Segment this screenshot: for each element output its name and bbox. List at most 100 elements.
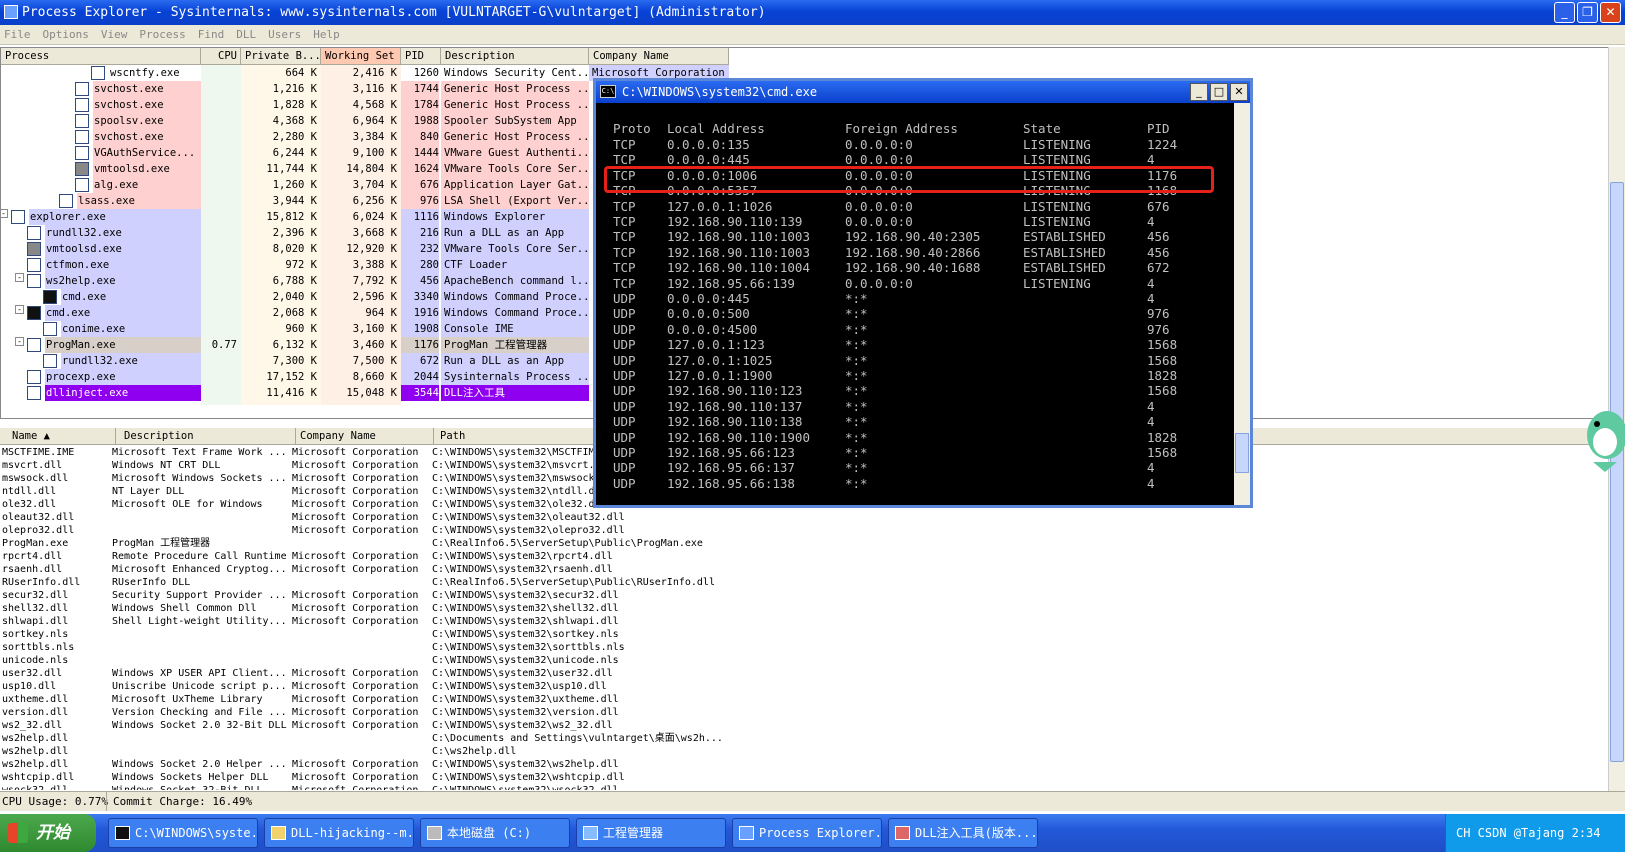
dll-row[interactable]: sortkey.nls C:\WINDOWS\system32\sortkey.n… [0, 628, 1600, 641]
task-progman[interactable]: 工程管理器 [576, 818, 726, 848]
dll-col-name[interactable]: Name ▲ [0, 428, 116, 445]
process-name: explorer.exe [30, 211, 106, 223]
menu-options[interactable]: Options [43, 28, 89, 41]
cmd-close-button[interactable]: ✕ [1230, 83, 1248, 101]
cmd-cell: State [1023, 121, 1061, 136]
dll-row[interactable]: rpcrt4.dll Remote Procedure Call Runtime M… [0, 550, 1600, 563]
menu-help[interactable]: Help [313, 28, 340, 41]
col-company[interactable]: Company Name [589, 48, 729, 65]
process-row[interactable]: rundll32.exe 2,396 K 3,668 K 216 Run a DLL a… [1, 225, 591, 241]
task-local-disk[interactable]: 本地磁盘 (C:) [420, 818, 570, 848]
process-row[interactable]: - explorer.exe 15,812 K 6,024 K 1116 Windows … [1, 209, 591, 225]
dino-sticker-icon [1587, 411, 1625, 472]
cmd-maximize-button[interactable]: □ [1210, 83, 1228, 101]
task-dll-inject[interactable]: DLL注入工具(版本... [888, 818, 1038, 848]
col-cpu[interactable]: CPU [201, 48, 241, 65]
process-row[interactable]: vmtoolsd.exe 11,744 K 14,804 K 1624 VMware T… [1, 161, 591, 177]
process-pid: 456 [401, 273, 439, 289]
menu-dll[interactable]: DLL [236, 28, 256, 41]
process-row[interactable]: rundll32.exe 7,300 K 7,500 K 672 Run a DLL a… [1, 353, 591, 369]
cmd-cell: *:* [845, 460, 868, 476]
process-row[interactable]: cmd.exe 2,040 K 2,596 K 3340 Windows Command… [1, 289, 591, 305]
dll-row[interactable]: shell32.dll Windows Shell Common Dll Micro… [0, 602, 1600, 615]
process-row[interactable]: procexp.exe 17,152 K 8,660 K 2044 Sysinterna… [1, 369, 591, 385]
process-row[interactable]: - ws2help.exe 6,788 K 7,792 K 456 ApacheBench… [1, 273, 591, 289]
menu-process[interactable]: Process [139, 28, 185, 41]
process-description: Spooler SubSystem App [441, 113, 589, 129]
maximize-button[interactable]: ❐ [1577, 2, 1598, 23]
process-row[interactable]: dllinject.exe 11,416 K 15,048 K 3544 DLL注入工具 [1, 385, 591, 401]
task-cmd[interactable]: C:\WINDOWS\syste... [108, 818, 258, 848]
cmd-titlebar[interactable]: C:\ C:\WINDOWS\system32\cmd.exe _ □ ✕ [596, 81, 1250, 103]
dll-row[interactable]: ProgMan.exe ProgMan 工程管理器 C:\RealInfo6.5\S… [0, 537, 1600, 550]
dll-col-description[interactable]: Description [116, 428, 296, 445]
dll-row[interactable]: ws2help.dll Windows Socket 2.0 Helper ...… [0, 758, 1600, 771]
dll-row[interactable]: usp10.dll Uniscribe Unicode script p... Mi… [0, 680, 1600, 693]
dll-row[interactable]: ws2help.dll C:\Documents and Settings\vul… [0, 732, 1600, 745]
col-pid[interactable]: PID [401, 48, 441, 65]
cmd-cell: UDP [613, 429, 636, 445]
cmd-console-output[interactable]: Proto Local Address Foreign Address State PI… [596, 103, 1234, 505]
dll-row[interactable]: wsock32.dllWindows Socket 32-Bit DLLMicr… [0, 784, 1600, 790]
start-button[interactable]: 开始 [0, 814, 96, 852]
menu-file[interactable]: File [4, 28, 31, 41]
process-row[interactable]: vmtoolsd.exe 8,020 K 12,920 K 232 VMware Too… [1, 241, 591, 257]
process-row[interactable]: conime.exe 960 K 3,160 K 1908 Console IME [1, 321, 591, 337]
dll-description: NT Layer DLL [112, 486, 185, 497]
process-row[interactable]: svchost.exe 1,828 K 4,568 K 1784 Generic Hos… [1, 97, 591, 113]
dll-row[interactable]: oleaut32.dll Microsoft Corporation C:\WIND… [0, 511, 1600, 524]
process-row[interactable]: svchost.exe 1,216 K 3,116 K 1744 Generic Hos… [1, 81, 591, 97]
dll-path: C:\WINDOWS\system32\rsaenh.dll [432, 564, 613, 575]
dll-row[interactable]: sorttbls.nls C:\WINDOWS\system32\sorttbls… [0, 641, 1600, 654]
task-folder[interactable]: DLL-hijacking--m... [264, 818, 414, 848]
tree-toggle-icon[interactable]: - [1, 209, 8, 218]
process-row[interactable]: - ProgMan.exe 0.77 6,132 K 3,460 K 1176 ProgMa… [1, 337, 591, 353]
col-process[interactable]: Process [1, 48, 201, 65]
tree-toggle-icon[interactable]: - [15, 305, 24, 314]
dll-row[interactable]: unicode.nls C:\WINDOWS\system32\unicode.n… [0, 654, 1600, 667]
menu-view[interactable]: View [101, 28, 128, 41]
process-row[interactable]: ctfmon.exe 972 K 3,388 K 280 CTF Loader [1, 257, 591, 273]
process-row[interactable]: VGAuthService... 6,244 K 9,100 K 1444 VMware… [1, 145, 591, 161]
dll-row[interactable]: rsaenh.dll Microsoft Enhanced Cryptog... M… [0, 563, 1600, 576]
cmd-window[interactable]: C:\ C:\WINDOWS\system32\cmd.exe _ □ ✕ Pr… [593, 78, 1253, 508]
process-private-bytes: 8,020 K [272, 243, 317, 255]
process-row[interactable]: spoolsv.exe 4,368 K 6,964 K 1988 Spooler Sub… [1, 113, 591, 129]
dll-row[interactable]: user32.dll Windows XP USER API Client... M… [0, 667, 1600, 680]
dll-name: secur32.dll [2, 590, 69, 601]
task-process-explorer[interactable]: Process Explorer... [732, 818, 882, 848]
dll-company: Microsoft Corporation [292, 616, 419, 627]
col-working-set[interactable]: Working Set [321, 48, 401, 65]
window-titlebar[interactable]: Process Explorer - Sysinternals: www.sys… [0, 0, 1625, 25]
minimize-button[interactable]: _ [1554, 2, 1575, 23]
dll-description: Windows NT CRT DLL [112, 460, 221, 471]
system-tray[interactable]: CH CSDN @Tajang 2:34 [1445, 814, 1625, 852]
dll-row[interactable]: ws2_32.dll Windows Socket 2.0 32-Bit DLL M… [0, 719, 1600, 732]
cmd-minimize-button[interactable]: _ [1190, 83, 1208, 101]
dll-row[interactable]: RUserInfo.dll RUserInfo DLL C:\RealInfo6.5… [0, 576, 1600, 589]
dll-row[interactable]: uxtheme.dll Microsoft UxTheme Library Micr… [0, 693, 1600, 706]
cmd-cell: *:* [845, 475, 868, 491]
dll-company: Microsoft Corporation [292, 720, 419, 731]
process-row[interactable]: alg.exe 1,260 K 3,704 K 676 Application Laye… [1, 177, 591, 193]
col-private-bytes[interactable]: Private B... [241, 48, 321, 65]
dll-row[interactable]: version.dll Version Checking and File ...… [0, 706, 1600, 719]
tree-toggle-icon[interactable]: - [15, 337, 24, 346]
dll-row[interactable]: olepro32.dll Microsoft Corporation C:\WIND… [0, 524, 1600, 537]
menu-users[interactable]: Users [268, 28, 301, 41]
dll-row[interactable]: wshtcpip.dll Windows Sockets Helper DLL Mi… [0, 771, 1600, 784]
process-row[interactable]: svchost.exe 2,280 K 3,384 K 840 Generic Host… [1, 129, 591, 145]
close-button[interactable]: ✕ [1600, 2, 1621, 23]
cmd-scrollbar[interactable] [1234, 103, 1250, 505]
cmd-scroll-thumb[interactable] [1235, 433, 1249, 473]
tree-toggle-icon[interactable]: - [15, 273, 24, 282]
dll-col-company[interactable]: Company Name [296, 428, 434, 445]
dll-row[interactable]: ws2help.dll C:\ws2help.dll [0, 745, 1600, 758]
dll-row[interactable]: secur32.dll Security Support Provider ...… [0, 589, 1600, 602]
process-row[interactable]: wscntfy.exe 664 K 2,416 K 1260 Windows Secur… [1, 65, 729, 81]
process-row[interactable]: - cmd.exe 2,068 K 964 K 1916 Windows Command … [1, 305, 591, 321]
dll-row[interactable]: shlwapi.dll Shell Light-weight Utility...… [0, 615, 1600, 628]
menu-find[interactable]: Find [198, 28, 225, 41]
col-description[interactable]: Description [441, 48, 589, 65]
process-row[interactable]: lsass.exe 3,944 K 6,256 K 976 LSA Shell (Exp… [1, 193, 591, 209]
